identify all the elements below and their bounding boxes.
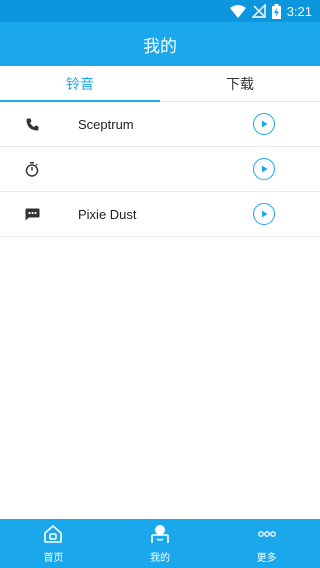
tab-downloads[interactable]: 下载 [160,66,320,101]
play-icon [262,120,268,128]
nav-home[interactable]: 首页 [0,519,107,568]
phone-icon [24,116,40,132]
tab-ringtones[interactable]: 铃音 [0,66,160,102]
play-button[interactable] [253,158,275,180]
home-icon [43,524,63,544]
tab-label: 下载 [226,75,254,92]
bottom-nav: 首页 我的 更多 [0,519,320,568]
tab-label: 铃音 [66,75,94,92]
message-icon [24,206,40,222]
list-item[interactable] [0,147,320,192]
tab-bar: 铃音 下载 [0,66,320,102]
no-signal-icon [251,4,266,18]
user-icon [150,524,170,544]
app-bar: 我的 [0,22,320,66]
list-item[interactable]: Sceptrum [0,102,320,147]
list-item[interactable]: Pixie Dust [0,192,320,237]
play-button[interactable] [253,203,275,225]
play-icon [262,165,268,173]
more-icon [257,524,277,544]
status-bar: 3:21 [0,0,320,22]
play-button[interactable] [253,113,275,135]
timer-icon [24,161,40,177]
nav-mine[interactable]: 我的 [107,519,214,568]
wifi-icon [229,4,246,18]
ringtone-title: Pixie Dust [78,206,137,222]
ringtone-list: Sceptrum Pixie Dust [0,102,320,237]
ringtone-title: Sceptrum [78,116,134,132]
status-time: 3:21 [286,3,312,19]
battery-charging-icon [271,3,281,19]
nav-more[interactable]: 更多 [213,519,320,568]
nav-label: 首页 [43,552,64,564]
page-title: 我的 [143,36,177,56]
nav-label: 更多 [256,552,277,564]
play-icon [262,210,268,218]
nav-label: 我的 [150,552,170,564]
